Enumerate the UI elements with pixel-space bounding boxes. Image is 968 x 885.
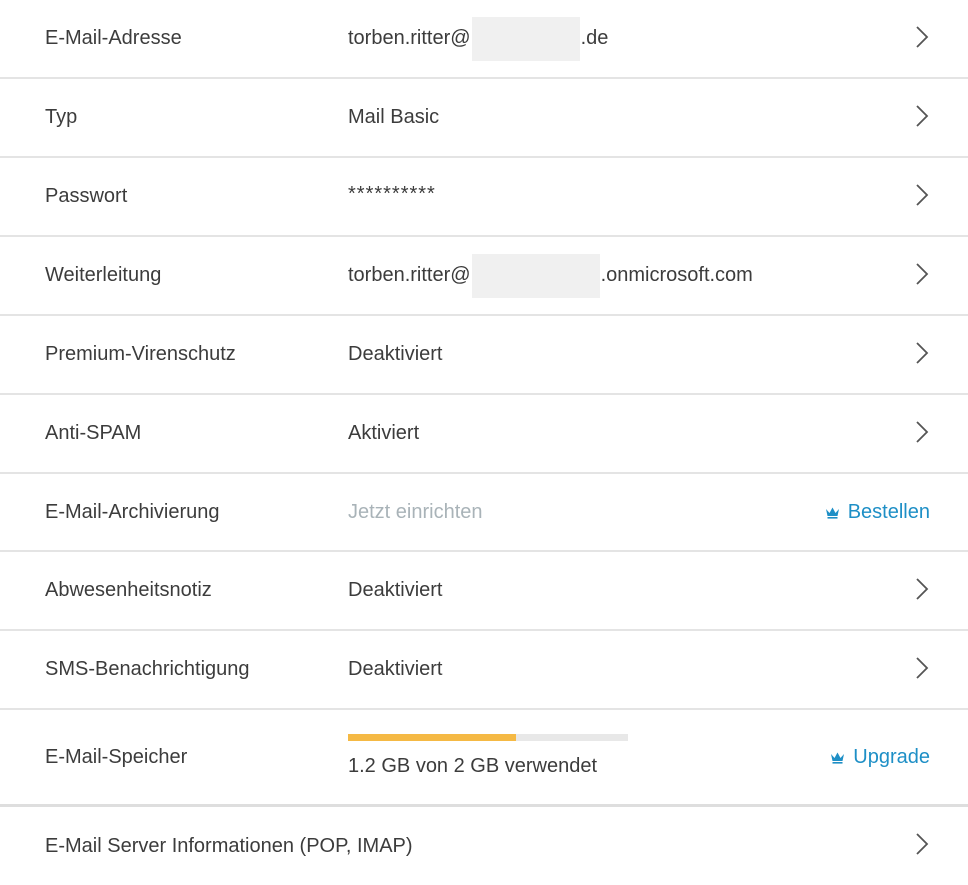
server-info-label: E-Mail Server Informationen (POP, IMAP) [45,834,413,857]
sms-notification-value: Deaktiviert [348,658,443,680]
chevron-right-icon[interactable] [912,576,932,602]
forwarding-value: torben.ritter@ .onmicrosoft.com [348,237,753,314]
storage-usage: 1.2 GB von 2 GB verwendet [348,734,628,778]
redacted-domain [471,16,580,61]
email-address-value: torben.ritter@ .de [348,0,608,77]
crown-icon [825,507,839,519]
archiving-label: E-Mail-Archivierung [45,500,220,523]
row-password[interactable]: Passwort ********** [0,158,968,237]
redacted-tenant [471,253,600,298]
chevron-right-icon[interactable] [912,182,932,208]
forwarding-suffix: .onmicrosoft.com [600,264,753,286]
upgrade-button-label: Upgrade [853,745,930,768]
order-button-label: Bestellen [847,500,930,523]
antispam-label: Anti-SPAM [45,422,142,444]
upgrade-button[interactable]: Upgrade [830,710,930,804]
row-forwarding[interactable]: Weiterleitung torben.ritter@ .onmicrosoft… [0,237,968,316]
forwarding-label: Weiterleitung [45,264,162,286]
row-antispam[interactable]: Anti-SPAM Aktiviert [0,395,968,474]
row-archiving: E-Mail-Archivierung Jetzt einrichten Bes… [0,474,968,552]
antivirus-value: Deaktiviert [348,343,443,365]
storage-progress-bar [348,734,628,741]
chevron-right-icon[interactable] [912,340,932,366]
row-type[interactable]: Typ Mail Basic [0,79,968,158]
password-value: ********** [348,183,436,205]
autoreply-label: Abwesenheitsnotiz [45,579,212,601]
storage-label: E-Mail-Speicher [45,745,188,768]
row-sms-notification[interactable]: SMS-Benachrichtigung Deaktiviert [0,631,968,710]
chevron-right-icon[interactable] [912,24,932,50]
chevron-right-icon[interactable] [912,103,932,129]
chevron-right-icon[interactable] [912,831,932,857]
email-settings-list: E-Mail-Adresse torben.ritter@ .de Typ Mai… [0,0,968,885]
archiving-setup-link[interactable]: Jetzt einrichten [348,474,483,550]
order-button[interactable]: Bestellen [825,474,930,550]
email-address-label: E-Mail-Adresse [45,27,182,49]
row-storage: E-Mail-Speicher 1.2 GB von 2 GB verwende… [0,710,968,807]
type-value: Mail Basic [348,106,440,128]
sms-notification-label: SMS-Benachrichtigung [45,658,250,680]
email-address-suffix: .de [580,27,609,49]
crown-icon [831,752,845,764]
forwarding-prefix: torben.ritter@ [348,264,471,286]
storage-usage-text: 1.2 GB von 2 GB verwendet [348,755,598,777]
chevron-right-icon[interactable] [912,655,932,681]
email-address-prefix: torben.ritter@ [348,27,471,49]
row-server-info[interactable]: E-Mail Server Informationen (POP, IMAP) [0,807,968,885]
type-label: Typ [45,106,78,128]
storage-progress-fill [348,734,516,741]
row-email-address[interactable]: E-Mail-Adresse torben.ritter@ .de [0,0,968,79]
autoreply-value: Deaktiviert [348,579,443,601]
chevron-right-icon[interactable] [912,419,932,445]
antivirus-label: Premium-Virenschutz [45,343,236,365]
row-antivirus[interactable]: Premium-Virenschutz Deaktiviert [0,316,968,395]
chevron-right-icon[interactable] [912,261,932,287]
row-autoreply[interactable]: Abwesenheitsnotiz Deaktiviert [0,552,968,631]
password-label: Passwort [45,185,128,207]
antispam-value: Aktiviert [348,422,420,444]
